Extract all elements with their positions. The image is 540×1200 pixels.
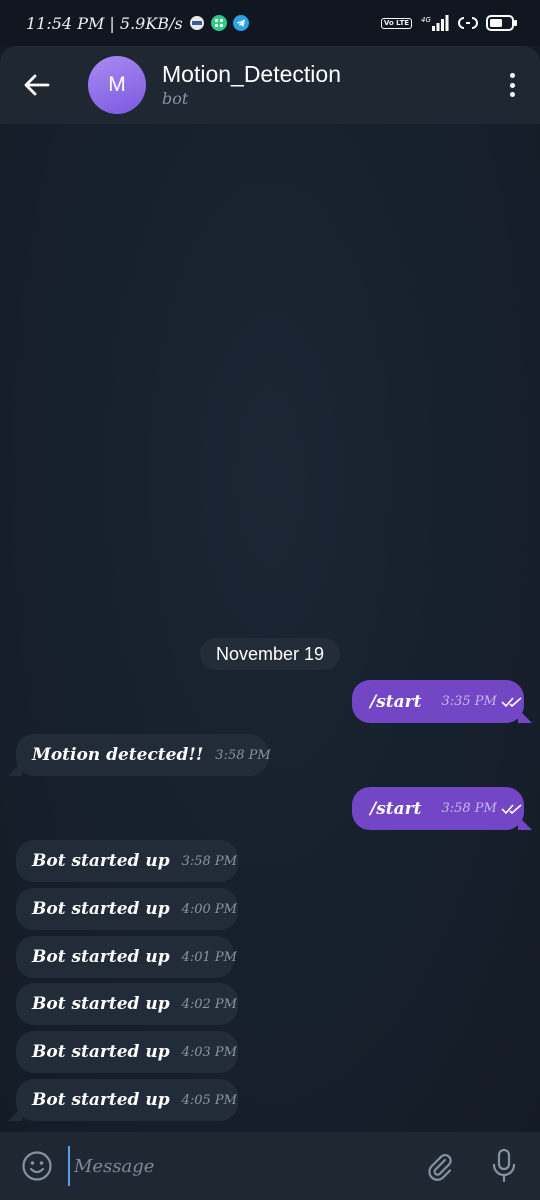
message-text: Bot started up [32,1042,170,1062]
message-input-bar [0,1132,540,1200]
incoming-message[interactable]: Bot started up 4:00 PM [16,888,238,930]
incoming-message[interactable]: Bot started up 4:05 PM [8,1079,238,1121]
incoming-message[interactable]: Motion detected!! 3:58 PM [8,734,271,776]
battery-icon [486,15,518,31]
hotspot-icon [458,15,478,31]
chat-area[interactable]: November 19 /start 3:35 PM Motion detect… [0,124,540,1132]
message-time: 3:58 PM [441,801,497,816]
message-time: 3:58 PM [215,747,271,763]
message-text: Bot started up [32,899,170,919]
message-time: 4:05 PM [181,1092,237,1108]
outgoing-message[interactable]: /start 3:35 PM [352,680,532,723]
double-check-icon [501,696,523,708]
volte-badge: Vo LTE [380,17,412,29]
microphone-icon [492,1148,516,1183]
menu-dot [509,92,515,97]
message-text: /start [370,691,422,712]
incoming-message[interactable]: Bot started up 4:03 PM [16,1031,238,1073]
status-right: Vo LTE 4G [380,14,518,32]
message-text: Bot started up [32,1090,170,1110]
status-bar: 11:54 PM | 5.9KB/s Vo LTE 4G [0,0,540,46]
microphone-button[interactable] [486,1146,522,1186]
svg-text:4G: 4G [421,16,431,24]
message-text: /start [370,798,422,819]
bubble-tail [518,709,532,723]
more-options-button[interactable] [504,70,520,100]
telegram-icon [232,15,249,31]
attach-button[interactable] [422,1148,458,1184]
outgoing-message[interactable]: /start 3:58 PM [352,787,532,830]
message-time: 3:35 PM [441,694,497,709]
signal-icon: 4G [420,14,450,32]
back-arrow-icon [24,74,50,96]
message-time: 4:03 PM [181,1044,237,1060]
message-time: 4:02 PM [181,996,237,1012]
incoming-message[interactable]: Bot started up 4:02 PM [16,983,238,1025]
bubble-tail [8,762,22,776]
message-time: 4:01 PM [181,949,237,965]
back-button[interactable] [0,46,74,124]
chat-title-block[interactable]: Motion_Detection bot [162,60,341,110]
chat-title: Motion_Detection [162,61,341,87]
double-check-icon [501,803,523,815]
bubble-tail [518,816,532,830]
incoming-message[interactable]: Bot started up 4:01 PM [16,936,237,978]
message-input[interactable] [68,1146,398,1186]
notification-app-icon [189,15,205,31]
emoji-icon [22,1151,52,1181]
date-chip: November 19 [200,638,340,670]
emoji-button[interactable] [18,1147,56,1185]
message-text: Motion detected!! [32,745,204,765]
message-text: Bot started up [32,994,170,1014]
message-text: Bot started up [32,851,170,871]
status-time-speed: 11:54 PM | 5.9KB/s [26,13,183,33]
avatar[interactable]: M [88,56,146,114]
paperclip-icon [428,1154,452,1181]
grid-app-icon [210,15,227,31]
menu-dot [509,82,515,88]
message-time: 3:58 PM [181,853,237,869]
chat-header: M Motion_Detection bot [0,46,540,124]
bubble-tail [8,1107,22,1121]
message-text: Bot started up [32,947,170,967]
message-time: 4:00 PM [181,901,237,917]
incoming-message[interactable]: Bot started up 3:58 PM [16,840,238,882]
chat-subtitle: bot [162,89,189,108]
status-left: 11:54 PM | 5.9KB/s [26,14,249,33]
menu-dot [509,73,515,78]
